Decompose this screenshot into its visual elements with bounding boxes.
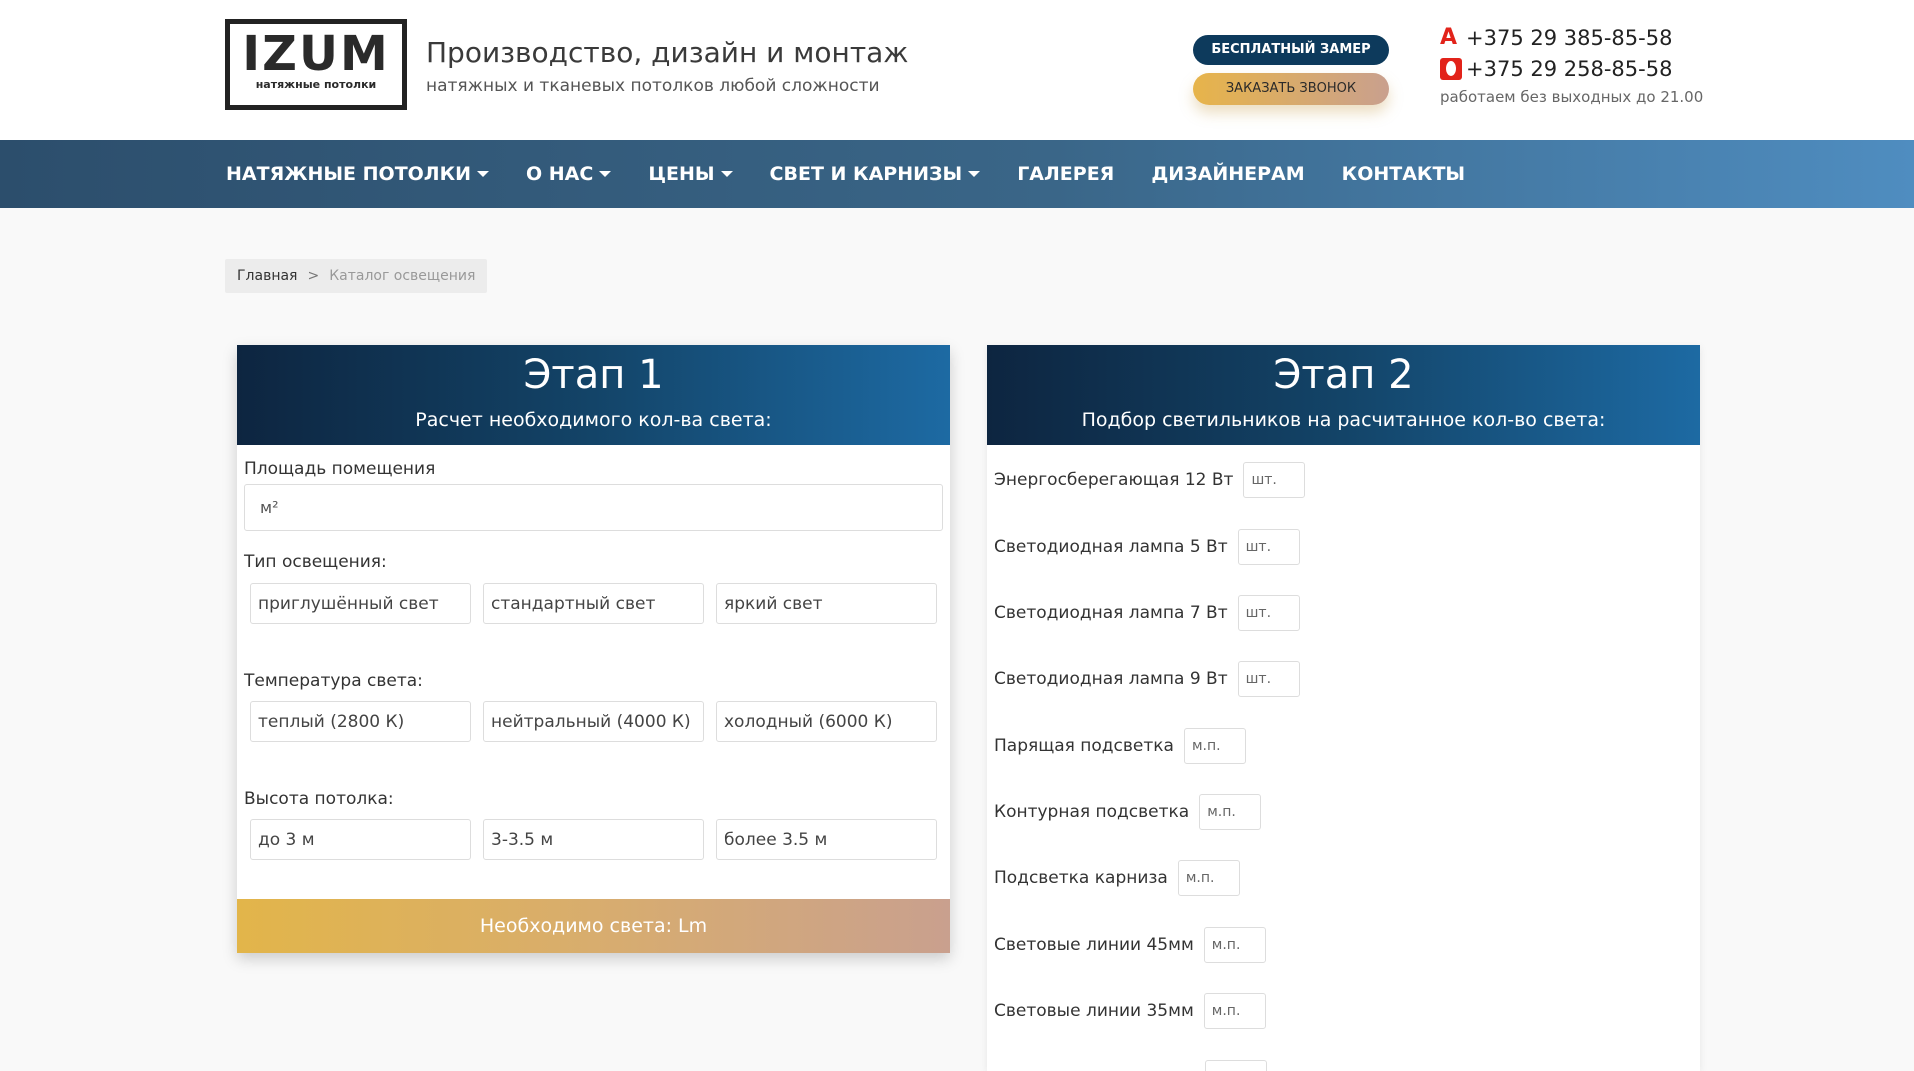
chevron-down-icon — [599, 171, 612, 177]
phone-mts-number[interactable]: +375 29 258-85-58 — [1466, 57, 1672, 81]
lamp-label: Подсветка карниза — [994, 868, 1168, 888]
breadcrumb-current: Каталог освещения — [329, 268, 476, 284]
height-label: Высота потолка: — [244, 789, 394, 809]
light-type-option[interactable]: яркий свет — [716, 583, 937, 624]
work-hours: работаем без выходных до 21.00 — [1440, 88, 1704, 106]
main-nav: НАТЯЖНЫЕ ПОТОЛКИ О НАС ЦЕНЫ СВЕТ И КАРНИ… — [0, 140, 1914, 208]
lamp-quantity-input[interactable]: шт. — [1243, 462, 1306, 498]
nav-item-label: ГАЛЕРЕЯ — [1017, 163, 1115, 185]
nav-item-ceilings[interactable]: НАТЯЖНЫЕ ПОТОЛКИ — [226, 163, 490, 185]
breadcrumb-home-link[interactable]: Главная — [237, 268, 297, 284]
site-logo[interactable]: IZUM натяжные потолки — [225, 19, 407, 110]
lamp-length-input[interactable]: м.п. — [1183, 728, 1246, 764]
lamp-length-input[interactable]: м.п. — [1199, 794, 1262, 830]
site-header: IZUM натяжные потолки Производство, диза… — [0, 0, 1914, 140]
stage2-title: Этап 2 — [1273, 352, 1414, 398]
lamp-input-partial — [1205, 1060, 1267, 1071]
nav-item-label: СВЕТ И КАРНИЗЫ — [769, 163, 963, 185]
stage1-panel: Этап 1 Расчет необходимого кол-ва света:… — [237, 345, 950, 953]
lamp-row: Светодиодная лампа 7 Вт шт. — [994, 595, 1300, 631]
lamp-label: Контурная подсветка — [994, 802, 1190, 822]
nav-item-designers[interactable]: ДИЗАЙНЕРАМ — [1151, 163, 1304, 185]
lamp-length-input[interactable]: м.п. — [1203, 927, 1266, 963]
lamp-row: Световые линии 35мм м.п. — [994, 993, 1266, 1029]
area-input[interactable]: м² — [244, 484, 943, 531]
a1-operator-icon: A — [1440, 25, 1458, 50]
lamp-label: Парящая подсветка — [994, 736, 1174, 756]
nav-item-prices[interactable]: ЦЕНЫ — [648, 163, 733, 185]
lamp-length-input[interactable]: м.п. — [1177, 860, 1240, 896]
lamp-row: Светодиодная лампа 5 Вт шт. — [994, 529, 1300, 565]
area-placeholder: м² — [260, 498, 279, 517]
stage2-panel: Этап 2 Подбор светильников на расчитанно… — [987, 345, 1700, 1071]
lamp-row: Энергосберегающая 12 Вт шт. — [994, 462, 1306, 498]
light-type-option[interactable]: стандартный свет — [483, 583, 704, 624]
chevron-down-icon — [968, 171, 981, 177]
logo-subtext: натяжные потолки — [255, 78, 377, 91]
lamp-label: Световые линии 35мм — [994, 1001, 1194, 1021]
nav-item-lights[interactable]: СВЕТ И КАРНИЗЫ — [770, 163, 981, 185]
lamp-row: Светодиодная лампа 9 Вт шт. — [994, 661, 1300, 697]
order-call-button[interactable]: ЗАКАЗАТЬ ЗВОНОК — [1193, 73, 1389, 105]
phone-a1-number[interactable]: +375 29 385-85-58 — [1466, 26, 1672, 50]
temperature-label: Температура света: — [244, 671, 423, 691]
lamp-quantity-input[interactable]: шт. — [1237, 661, 1300, 697]
lamp-quantity-input[interactable]: шт. — [1237, 595, 1300, 631]
lamp-label: Энергосберегающая 12 Вт — [994, 470, 1234, 490]
lamp-row: Парящая подсветка м.п. — [994, 728, 1246, 764]
lamp-row: Контурная подсветка м.п. — [994, 794, 1262, 830]
stage1-header: Этап 1 Расчет необходимого кол-ва света: — [237, 345, 950, 445]
height-option[interactable]: более 3.5 м — [716, 819, 937, 860]
chevron-down-icon — [720, 171, 733, 177]
logo-text: IZUM — [242, 26, 390, 82]
nav-item-gallery[interactable]: ГАЛЕРЕЯ — [1017, 163, 1114, 185]
phone-a1[interactable]: A +375 29 385-85-58 — [1440, 26, 1672, 50]
nav-item-label: ДИЗАЙНЕРАМ — [1151, 163, 1305, 185]
lamp-row: Подсветка карниза м.п. — [994, 860, 1240, 896]
nav-item-label: ЦЕНЫ — [648, 163, 715, 185]
temperature-option[interactable]: нейтральный (4000 К) — [483, 701, 704, 742]
mts-operator-icon — [1440, 58, 1462, 80]
lamp-row: Световые линии 45мм м.п. — [994, 927, 1266, 963]
light-type-option[interactable]: приглушённый свет — [250, 583, 471, 624]
phone-mts[interactable]: +375 29 258-85-58 — [1440, 57, 1672, 81]
breadcrumb-separator: > — [307, 268, 320, 284]
tagline-sub: натяжных и тканевых потолков любой сложн… — [426, 76, 880, 96]
nav-item-label: О НАС — [526, 163, 594, 185]
breadcrumb: Главная > Каталог освещения — [225, 259, 488, 293]
light-result-bar: Необходимо света: Lm — [237, 899, 950, 953]
stage2-subtitle: Подбор светильников на расчитанное кол-в… — [1081, 409, 1606, 431]
tagline-main: Производство, дизайн и монтаж — [426, 36, 909, 69]
lamp-quantity-input[interactable]: шт. — [1237, 529, 1300, 565]
lamp-label: Светодиодная лампа 7 Вт — [994, 603, 1228, 623]
lamp-label: Световые линии 45мм — [994, 935, 1194, 955]
free-measure-button[interactable]: БЕСПЛАТНЫЙ ЗАМЕР — [1193, 35, 1389, 65]
lamp-label: Светодиодная лампа 5 Вт — [994, 537, 1228, 557]
temperature-option[interactable]: холодный (6000 К) — [716, 701, 937, 742]
lamp-label: Светодиодная лампа 9 Вт — [994, 669, 1228, 689]
lamp-length-input[interactable]: м.п. — [1203, 993, 1266, 1029]
stage2-header: Этап 2 Подбор светильников на расчитанно… — [987, 345, 1700, 445]
light-type-label: Тип освещения: — [244, 552, 387, 572]
height-option[interactable]: 3-3.5 м — [483, 819, 704, 860]
nav-item-about[interactable]: О НАС — [526, 163, 612, 185]
height-option[interactable]: до 3 м — [250, 819, 471, 860]
chevron-down-icon — [477, 171, 490, 177]
nav-item-contacts[interactable]: КОНТАКТЫ — [1342, 163, 1465, 185]
nav-item-label: НАТЯЖНЫЕ ПОТОЛКИ — [226, 163, 472, 185]
stage1-subtitle: Расчет необходимого кол-ва света: — [415, 409, 772, 431]
stage1-title: Этап 1 — [523, 352, 664, 398]
temperature-option[interactable]: теплый (2800 К) — [250, 701, 471, 742]
area-label: Площадь помещения — [244, 459, 436, 479]
nav-item-label: КОНТАКТЫ — [1341, 163, 1466, 185]
